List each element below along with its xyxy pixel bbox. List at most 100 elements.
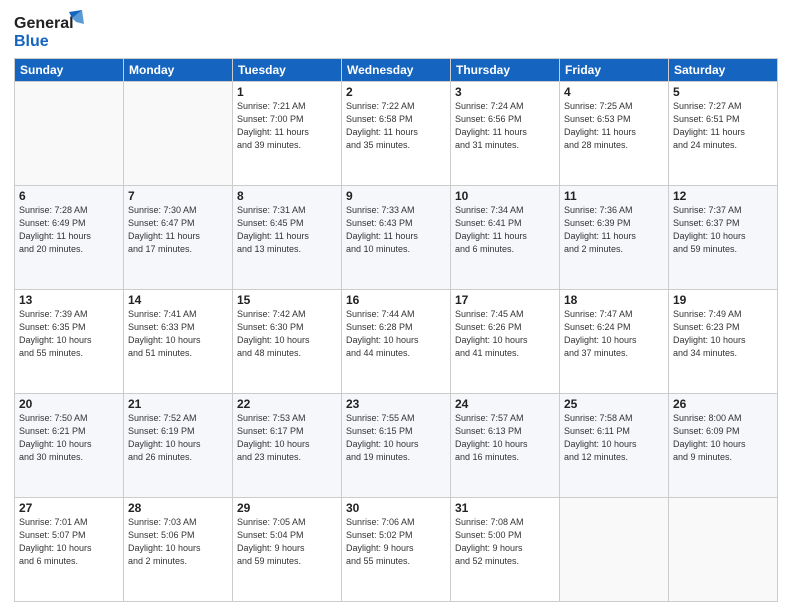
day-info: Sunrise: 7:55 AM Sunset: 6:15 PM Dayligh… xyxy=(346,412,446,464)
day-info: Sunrise: 7:24 AM Sunset: 6:56 PM Dayligh… xyxy=(455,100,555,152)
calendar-cell: 15Sunrise: 7:42 AM Sunset: 6:30 PM Dayli… xyxy=(233,290,342,394)
day-info: Sunrise: 7:31 AM Sunset: 6:45 PM Dayligh… xyxy=(237,204,337,256)
calendar-cell: 25Sunrise: 7:58 AM Sunset: 6:11 PM Dayli… xyxy=(560,394,669,498)
day-number: 2 xyxy=(346,85,446,99)
day-info: Sunrise: 7:45 AM Sunset: 6:26 PM Dayligh… xyxy=(455,308,555,360)
calendar-cell: 28Sunrise: 7:03 AM Sunset: 5:06 PM Dayli… xyxy=(124,498,233,602)
calendar-day-header: Thursday xyxy=(451,59,560,82)
day-number: 4 xyxy=(564,85,664,99)
calendar-cell: 1Sunrise: 7:21 AM Sunset: 7:00 PM Daylig… xyxy=(233,82,342,186)
logo-svg: GeneralBlue xyxy=(14,10,84,52)
day-info: Sunrise: 7:25 AM Sunset: 6:53 PM Dayligh… xyxy=(564,100,664,152)
calendar-week-row: 20Sunrise: 7:50 AM Sunset: 6:21 PM Dayli… xyxy=(15,394,778,498)
calendar-cell: 6Sunrise: 7:28 AM Sunset: 6:49 PM Daylig… xyxy=(15,186,124,290)
calendar-day-header: Monday xyxy=(124,59,233,82)
day-number: 21 xyxy=(128,397,228,411)
day-number: 23 xyxy=(346,397,446,411)
day-info: Sunrise: 7:42 AM Sunset: 6:30 PM Dayligh… xyxy=(237,308,337,360)
calendar-cell: 4Sunrise: 7:25 AM Sunset: 6:53 PM Daylig… xyxy=(560,82,669,186)
day-number: 11 xyxy=(564,189,664,203)
calendar-cell: 14Sunrise: 7:41 AM Sunset: 6:33 PM Dayli… xyxy=(124,290,233,394)
day-info: Sunrise: 7:44 AM Sunset: 6:28 PM Dayligh… xyxy=(346,308,446,360)
calendar-cell xyxy=(560,498,669,602)
day-number: 6 xyxy=(19,189,119,203)
calendar-cell xyxy=(669,498,778,602)
calendar-day-header: Tuesday xyxy=(233,59,342,82)
calendar-week-row: 27Sunrise: 7:01 AM Sunset: 5:07 PM Dayli… xyxy=(15,498,778,602)
day-info: Sunrise: 7:47 AM Sunset: 6:24 PM Dayligh… xyxy=(564,308,664,360)
day-info: Sunrise: 7:50 AM Sunset: 6:21 PM Dayligh… xyxy=(19,412,119,464)
svg-text:Blue: Blue xyxy=(14,33,49,50)
header: GeneralBlue xyxy=(14,10,778,52)
page: GeneralBlue SundayMondayTuesdayWednesday… xyxy=(0,0,792,612)
day-info: Sunrise: 7:53 AM Sunset: 6:17 PM Dayligh… xyxy=(237,412,337,464)
day-info: Sunrise: 7:41 AM Sunset: 6:33 PM Dayligh… xyxy=(128,308,228,360)
day-number: 19 xyxy=(673,293,773,307)
calendar-cell: 11Sunrise: 7:36 AM Sunset: 6:39 PM Dayli… xyxy=(560,186,669,290)
calendar-day-header: Wednesday xyxy=(342,59,451,82)
day-number: 3 xyxy=(455,85,555,99)
calendar-day-header: Sunday xyxy=(15,59,124,82)
calendar-cell: 23Sunrise: 7:55 AM Sunset: 6:15 PM Dayli… xyxy=(342,394,451,498)
day-info: Sunrise: 7:39 AM Sunset: 6:35 PM Dayligh… xyxy=(19,308,119,360)
day-number: 14 xyxy=(128,293,228,307)
day-number: 1 xyxy=(237,85,337,99)
day-info: Sunrise: 7:36 AM Sunset: 6:39 PM Dayligh… xyxy=(564,204,664,256)
calendar-day-header: Friday xyxy=(560,59,669,82)
calendar-cell: 20Sunrise: 7:50 AM Sunset: 6:21 PM Dayli… xyxy=(15,394,124,498)
calendar-cell: 2Sunrise: 7:22 AM Sunset: 6:58 PM Daylig… xyxy=(342,82,451,186)
day-number: 31 xyxy=(455,501,555,515)
day-info: Sunrise: 7:08 AM Sunset: 5:00 PM Dayligh… xyxy=(455,516,555,568)
calendar-cell: 21Sunrise: 7:52 AM Sunset: 6:19 PM Dayli… xyxy=(124,394,233,498)
day-number: 9 xyxy=(346,189,446,203)
day-number: 17 xyxy=(455,293,555,307)
day-number: 27 xyxy=(19,501,119,515)
day-info: Sunrise: 7:01 AM Sunset: 5:07 PM Dayligh… xyxy=(19,516,119,568)
day-info: Sunrise: 7:58 AM Sunset: 6:11 PM Dayligh… xyxy=(564,412,664,464)
day-info: Sunrise: 7:05 AM Sunset: 5:04 PM Dayligh… xyxy=(237,516,337,568)
day-info: Sunrise: 7:37 AM Sunset: 6:37 PM Dayligh… xyxy=(673,204,773,256)
day-number: 30 xyxy=(346,501,446,515)
calendar-cell: 9Sunrise: 7:33 AM Sunset: 6:43 PM Daylig… xyxy=(342,186,451,290)
calendar-week-row: 1Sunrise: 7:21 AM Sunset: 7:00 PM Daylig… xyxy=(15,82,778,186)
calendar-week-row: 13Sunrise: 7:39 AM Sunset: 6:35 PM Dayli… xyxy=(15,290,778,394)
calendar-header-row: SundayMondayTuesdayWednesdayThursdayFrid… xyxy=(15,59,778,82)
calendar-day-header: Saturday xyxy=(669,59,778,82)
calendar-cell xyxy=(124,82,233,186)
calendar-cell: 5Sunrise: 7:27 AM Sunset: 6:51 PM Daylig… xyxy=(669,82,778,186)
day-number: 13 xyxy=(19,293,119,307)
day-info: Sunrise: 8:00 AM Sunset: 6:09 PM Dayligh… xyxy=(673,412,773,464)
calendar-cell: 31Sunrise: 7:08 AM Sunset: 5:00 PM Dayli… xyxy=(451,498,560,602)
day-info: Sunrise: 7:49 AM Sunset: 6:23 PM Dayligh… xyxy=(673,308,773,360)
calendar-cell: 29Sunrise: 7:05 AM Sunset: 5:04 PM Dayli… xyxy=(233,498,342,602)
day-number: 25 xyxy=(564,397,664,411)
day-info: Sunrise: 7:30 AM Sunset: 6:47 PM Dayligh… xyxy=(128,204,228,256)
calendar-cell: 10Sunrise: 7:34 AM Sunset: 6:41 PM Dayli… xyxy=(451,186,560,290)
day-number: 26 xyxy=(673,397,773,411)
calendar-cell: 7Sunrise: 7:30 AM Sunset: 6:47 PM Daylig… xyxy=(124,186,233,290)
day-info: Sunrise: 7:27 AM Sunset: 6:51 PM Dayligh… xyxy=(673,100,773,152)
day-info: Sunrise: 7:03 AM Sunset: 5:06 PM Dayligh… xyxy=(128,516,228,568)
calendar-cell: 17Sunrise: 7:45 AM Sunset: 6:26 PM Dayli… xyxy=(451,290,560,394)
day-info: Sunrise: 7:21 AM Sunset: 7:00 PM Dayligh… xyxy=(237,100,337,152)
day-number: 10 xyxy=(455,189,555,203)
calendar-cell: 22Sunrise: 7:53 AM Sunset: 6:17 PM Dayli… xyxy=(233,394,342,498)
calendar-cell: 27Sunrise: 7:01 AM Sunset: 5:07 PM Dayli… xyxy=(15,498,124,602)
day-number: 12 xyxy=(673,189,773,203)
calendar-table: SundayMondayTuesdayWednesdayThursdayFrid… xyxy=(14,58,778,602)
calendar-cell: 26Sunrise: 8:00 AM Sunset: 6:09 PM Dayli… xyxy=(669,394,778,498)
svg-text:General: General xyxy=(14,15,74,32)
calendar-cell: 18Sunrise: 7:47 AM Sunset: 6:24 PM Dayli… xyxy=(560,290,669,394)
day-number: 20 xyxy=(19,397,119,411)
day-info: Sunrise: 7:57 AM Sunset: 6:13 PM Dayligh… xyxy=(455,412,555,464)
day-number: 28 xyxy=(128,501,228,515)
day-number: 29 xyxy=(237,501,337,515)
calendar-cell: 19Sunrise: 7:49 AM Sunset: 6:23 PM Dayli… xyxy=(669,290,778,394)
day-info: Sunrise: 7:34 AM Sunset: 6:41 PM Dayligh… xyxy=(455,204,555,256)
day-number: 22 xyxy=(237,397,337,411)
day-info: Sunrise: 7:52 AM Sunset: 6:19 PM Dayligh… xyxy=(128,412,228,464)
day-number: 24 xyxy=(455,397,555,411)
calendar-cell: 12Sunrise: 7:37 AM Sunset: 6:37 PM Dayli… xyxy=(669,186,778,290)
calendar-cell: 13Sunrise: 7:39 AM Sunset: 6:35 PM Dayli… xyxy=(15,290,124,394)
calendar-cell xyxy=(15,82,124,186)
